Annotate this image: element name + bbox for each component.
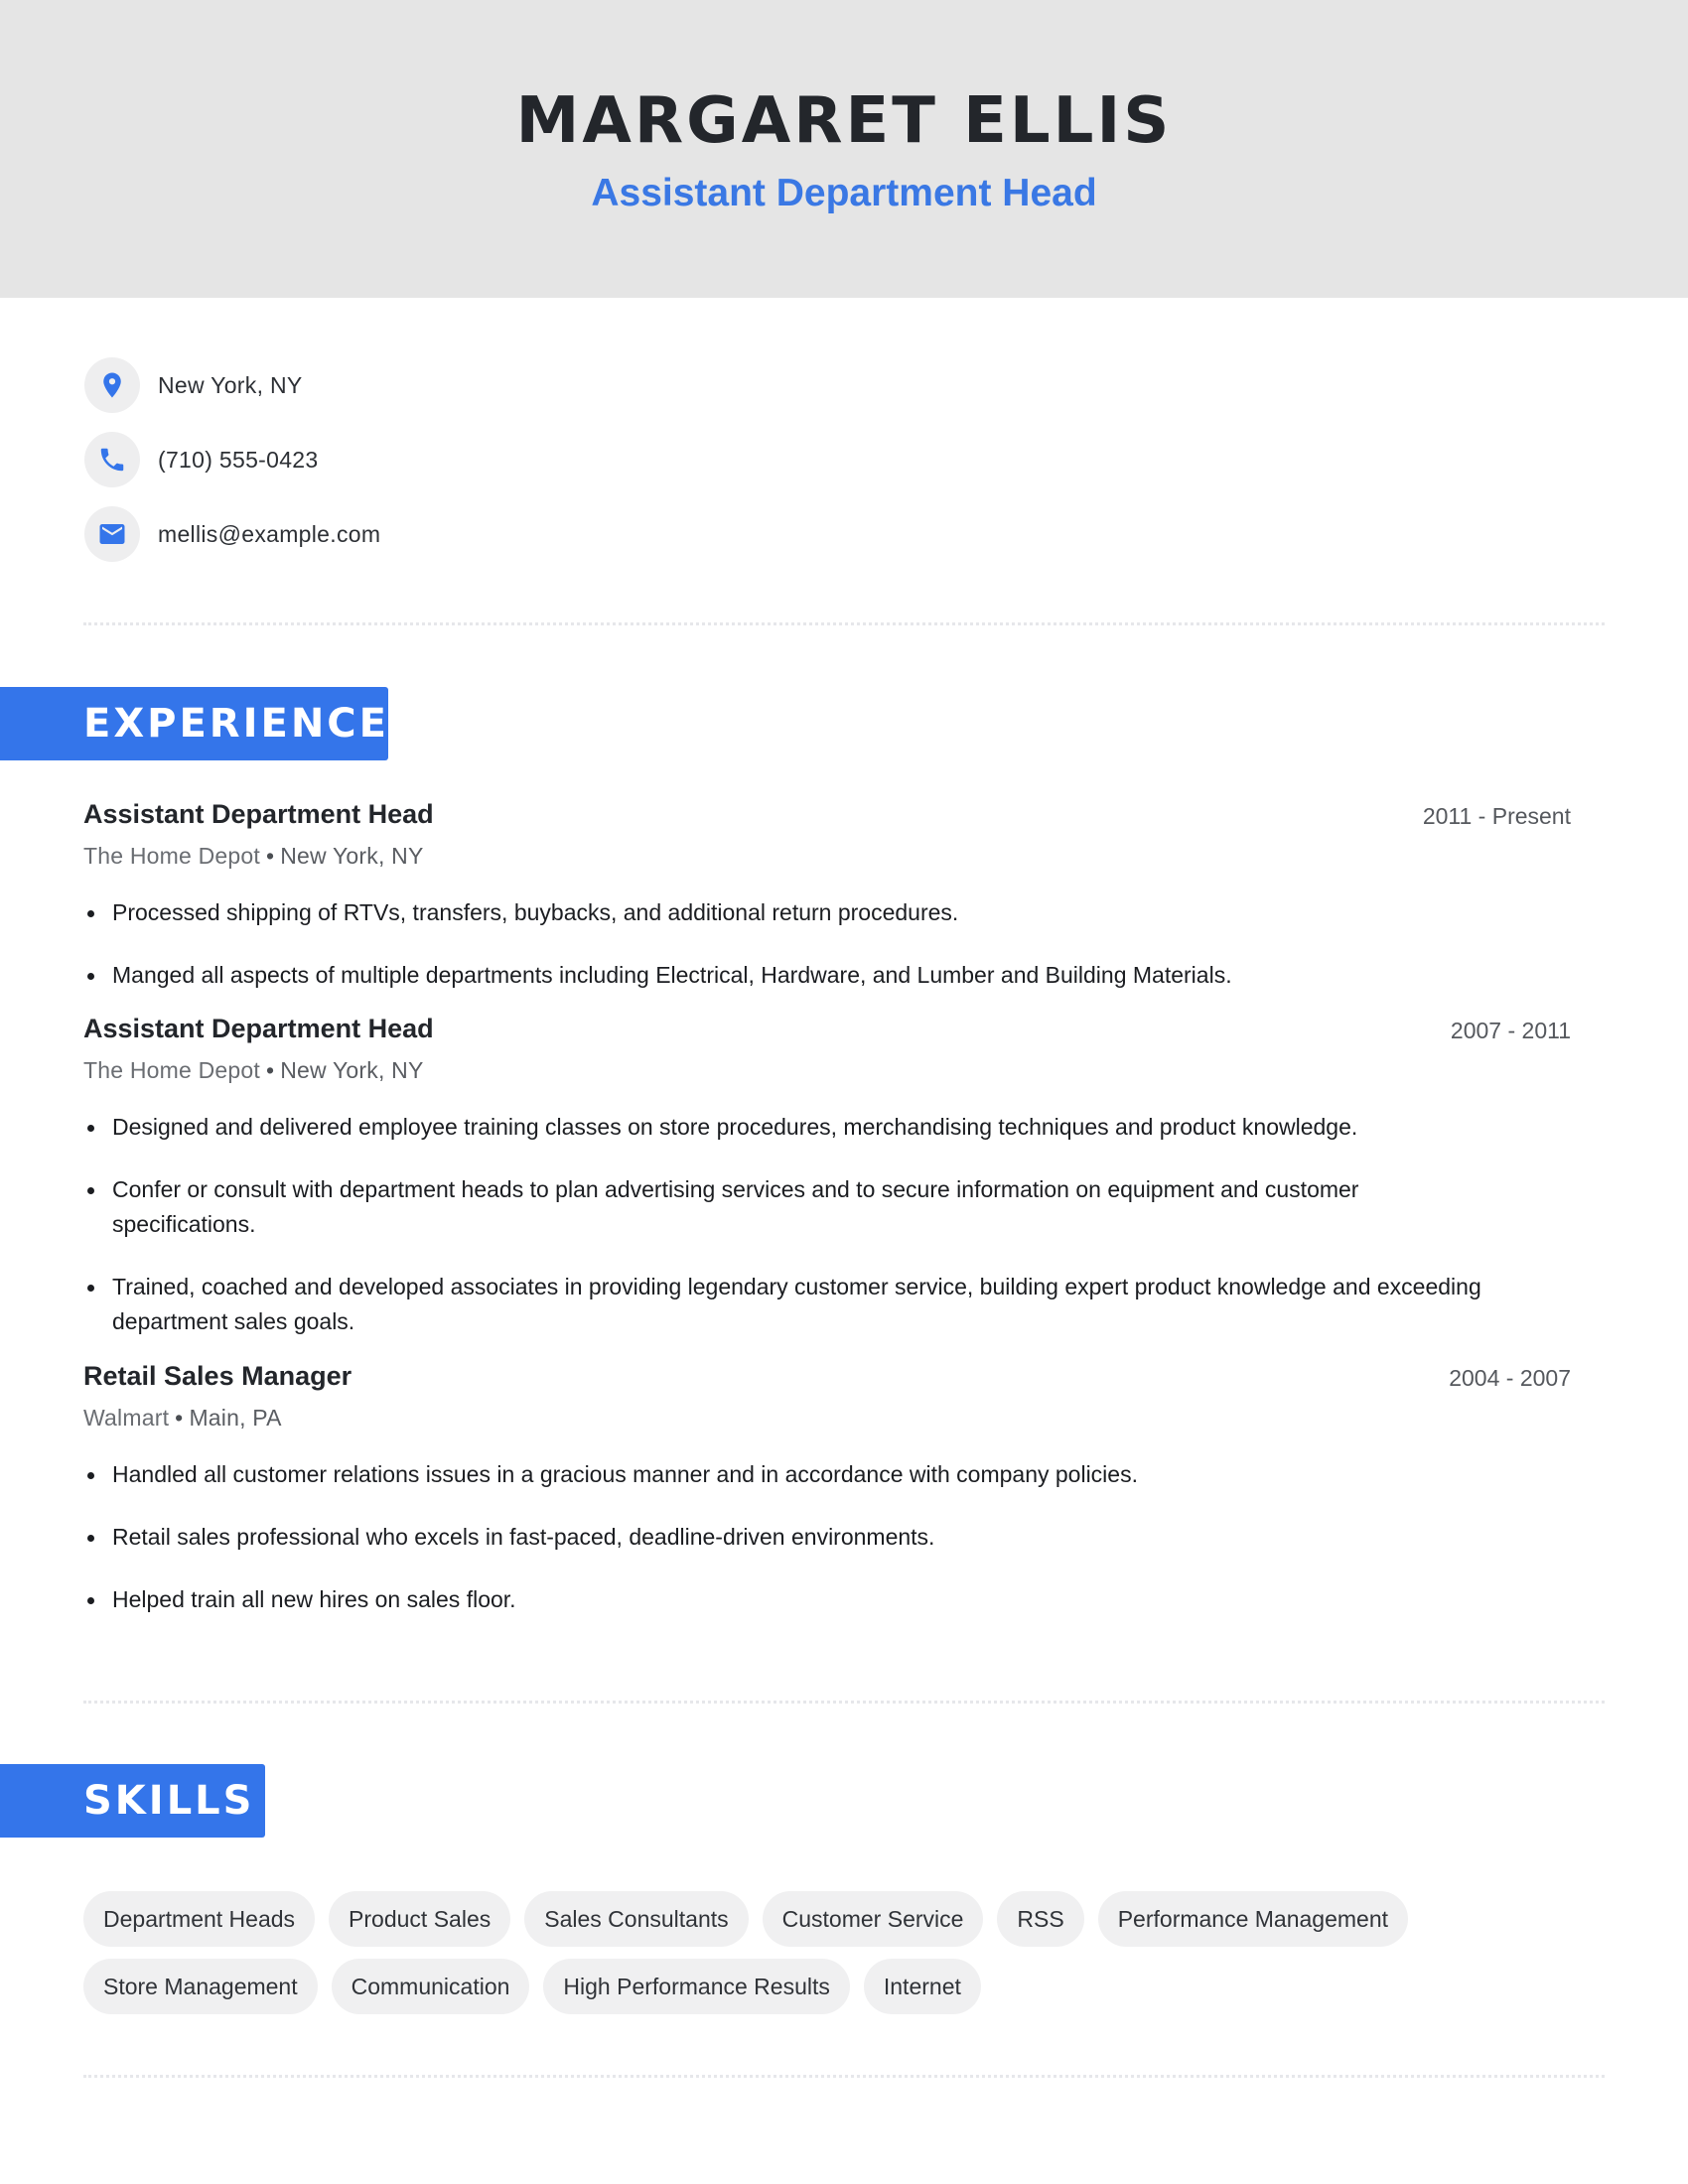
- job-title: Assistant Department Head: [83, 1014, 434, 1043]
- job-company: The Home Depot: [83, 1057, 260, 1083]
- skill-chip: Store Management: [83, 1959, 318, 2014]
- section-divider: [83, 1701, 1605, 1704]
- skill-chip: High Performance Results: [543, 1959, 850, 2014]
- job-bullet: Trained, coached and developed associate…: [83, 1270, 1493, 1339]
- job-location: New York, NY: [280, 843, 424, 869]
- job-dates: 2007 - 2011: [1450, 1018, 1571, 1043]
- skill-chip: Product Sales: [329, 1891, 511, 1947]
- job-company: The Home Depot: [83, 843, 260, 869]
- skill-chip: Communication: [331, 1959, 530, 2014]
- job-dates: 2011 - Present: [1422, 803, 1571, 829]
- job-company: Walmart: [83, 1405, 170, 1431]
- job-bullet: Manged all aspects of multiple departmen…: [83, 958, 1493, 993]
- job-bullet: Handled all customer relations issues in…: [83, 1457, 1493, 1492]
- skill-chip: Performance Management: [1097, 1891, 1409, 1947]
- resume-header: MARGARET ELLIS Assistant Department Head: [0, 0, 1688, 298]
- contact-location: New York, NY: [84, 357, 303, 413]
- contact-email-text[interactable]: mellis@example.com: [158, 521, 380, 548]
- job-location: Main, PA: [189, 1405, 282, 1431]
- job-title: Retail Sales Manager: [83, 1361, 352, 1391]
- location-pin-icon: [84, 357, 140, 413]
- job-title: Assistant Department Head: [83, 799, 434, 829]
- skills-section-title: SKILLS: [83, 1778, 255, 1824]
- skill-chip: Internet: [863, 1959, 981, 2014]
- job-bullet: Retail sales professional who excels in …: [83, 1520, 1493, 1555]
- section-divider: [83, 2075, 1605, 2078]
- skill-chip: RSS: [997, 1891, 1084, 1947]
- contact-phone-text: (710) 555-0423: [158, 446, 319, 473]
- experience-section-title: EXPERIENCE: [83, 701, 389, 747]
- contact-phone: (710) 555-0423: [84, 432, 318, 487]
- skill-chip: Sales Consultants: [524, 1891, 749, 1947]
- separator-dot: •: [265, 843, 275, 869]
- job-location: New York, NY: [280, 1057, 424, 1083]
- skill-chip: Customer Service: [762, 1891, 984, 1947]
- skills-row: Store Management Communication High Perf…: [83, 1959, 1603, 2014]
- job-company-line: Walmart • Main, PA: [83, 1405, 282, 1432]
- skill-chip: Department Heads: [83, 1891, 316, 1947]
- job-dates: 2004 - 2007: [1449, 1365, 1571, 1391]
- contact-location-text: New York, NY: [158, 371, 303, 398]
- job-company-line: The Home Depot • New York, NY: [83, 843, 424, 870]
- job-company-line: The Home Depot • New York, NY: [83, 1057, 424, 1084]
- phone-icon: [84, 432, 140, 487]
- skills-list: Department Heads Product Sales Sales Con…: [83, 1891, 1603, 2026]
- contact-email: mellis@example.com: [84, 506, 380, 562]
- candidate-name: MARGARET ELLIS: [515, 84, 1173, 158]
- job-bullet: Designed and delivered employee training…: [83, 1110, 1493, 1145]
- candidate-headline: Assistant Department Head: [591, 172, 1097, 214]
- section-divider: [83, 622, 1605, 625]
- job-bullet: Processed shipping of RTVs, transfers, b…: [83, 895, 1493, 930]
- skills-row: Department Heads Product Sales Sales Con…: [83, 1891, 1603, 1947]
- email-icon: [84, 506, 140, 562]
- job-bullet: Confer or consult with department heads …: [83, 1172, 1493, 1242]
- experience-section-header: EXPERIENCE: [0, 687, 388, 760]
- job-bullet: Helped train all new hires on sales floo…: [83, 1582, 1493, 1617]
- separator-dot: •: [265, 1057, 275, 1083]
- separator-dot: •: [175, 1405, 184, 1431]
- skills-section-header: SKILLS: [0, 1764, 265, 1838]
